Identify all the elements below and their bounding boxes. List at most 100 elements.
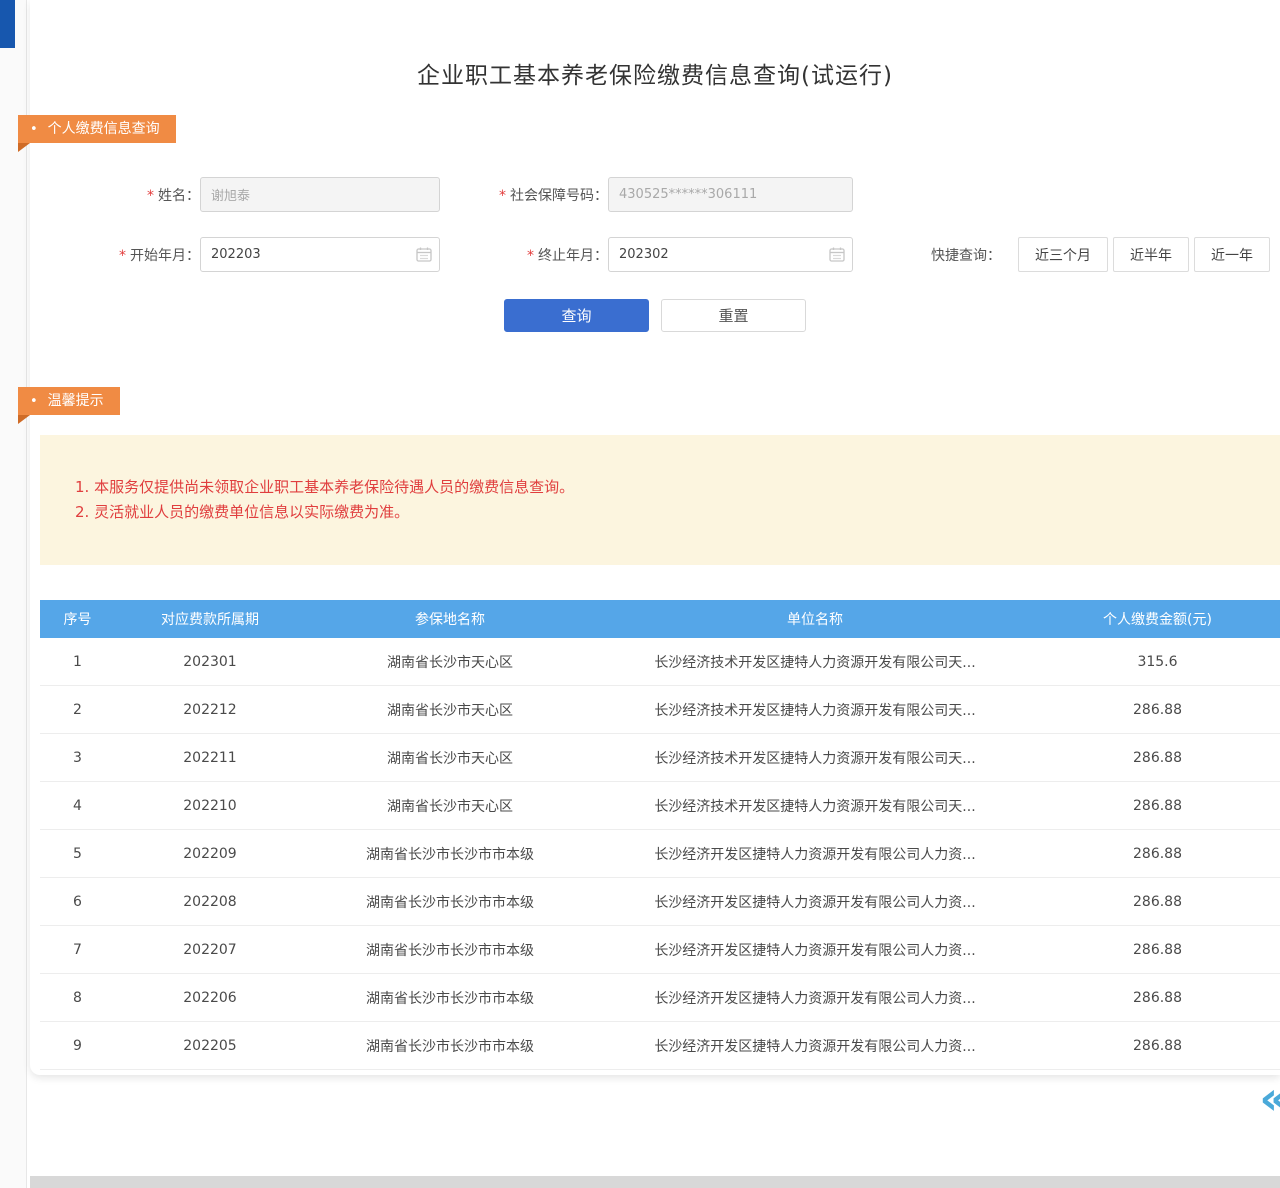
table-row: 3202211湖南省长沙市天心区长沙经济技术开发区捷特人力资源开发有限公司天..…	[40, 734, 1280, 782]
table-cell: 长沙经济开发区捷特人力资源开发有限公司人力资...	[595, 1036, 1035, 1056]
calendar-icon[interactable]	[829, 246, 845, 266]
table-cell: 1	[40, 654, 115, 670]
left-rail	[0, 0, 27, 1188]
column-header: 对应费款所属期	[115, 609, 305, 629]
start-month-label: *开始年月：	[30, 245, 200, 265]
action-button-row: 查询 重置	[30, 299, 1280, 332]
calendar-icon[interactable]	[416, 246, 432, 266]
table-row: 6202208湖南省长沙市长沙市市本级长沙经济开发区捷特人力资源开发有限公司人力…	[40, 878, 1280, 926]
reset-button[interactable]: 重置	[661, 299, 806, 332]
table-cell: 286.88	[1035, 750, 1280, 766]
table-cell: 湖南省长沙市长沙市市本级	[305, 1036, 595, 1056]
table-cell: 长沙经济开发区捷特人力资源开发有限公司人力资...	[595, 988, 1035, 1008]
table-cell: 202301	[115, 654, 305, 670]
start-month-field-group: *开始年月：	[30, 237, 440, 272]
ssn-input[interactable]	[608, 177, 853, 212]
table-cell: 202210	[115, 798, 305, 814]
name-label: *姓名：	[30, 185, 200, 205]
table-cell: 长沙经济技术开发区捷特人力资源开发有限公司天...	[595, 652, 1035, 672]
required-mark: *	[119, 248, 126, 264]
table-cell: 湖南省长沙市天心区	[305, 700, 595, 720]
page-title: 企业职工基本养老保险缴费信息查询(试运行)	[30, 56, 1280, 90]
table-cell: 5	[40, 846, 115, 862]
table-cell: 长沙经济开发区捷特人力资源开发有限公司人力资...	[595, 844, 1035, 864]
tip-line: 1. 本服务仅提供尚未领取企业职工基本养老保险待遇人员的缴费信息查询。	[75, 475, 1250, 500]
column-header: 参保地名称	[305, 609, 595, 629]
required-mark: *	[527, 248, 534, 264]
end-month-label: *终止年月：	[440, 245, 608, 265]
ssn-label: *社会保障号码：	[440, 185, 608, 205]
table-cell: 4	[40, 798, 115, 814]
table-cell: 湖南省长沙市天心区	[305, 796, 595, 816]
table-cell: 湖南省长沙市天心区	[305, 748, 595, 768]
table-cell: 286.88	[1035, 990, 1280, 1006]
quick-range-button[interactable]: 近半年	[1113, 237, 1189, 272]
bullet-icon: •	[30, 122, 38, 137]
sidebar-accent-block	[0, 0, 15, 48]
table-cell: 9	[40, 1038, 115, 1054]
table-cell: 长沙经济开发区捷特人力资源开发有限公司人力资...	[595, 892, 1035, 912]
section-badge-query: • 个人缴费信息查询	[18, 115, 176, 143]
table-cell: 315.6	[1035, 654, 1280, 670]
tips-box: 1. 本服务仅提供尚未领取企业职工基本养老保险待遇人员的缴费信息查询。2. 灵活…	[40, 435, 1280, 565]
required-mark: *	[499, 188, 506, 204]
search-button[interactable]: 查询	[504, 299, 649, 332]
quick-query-group: 快捷查询： 近三个月近半年近一年	[931, 237, 1270, 272]
quick-range-button[interactable]: 近三个月	[1018, 237, 1108, 272]
section-badge-label: 个人缴费信息查询	[48, 121, 160, 137]
table-cell: 湖南省长沙市长沙市市本级	[305, 844, 595, 864]
table-cell: 湖南省长沙市长沙市市本级	[305, 988, 595, 1008]
required-mark: *	[147, 188, 154, 204]
table-cell: 长沙经济开发区捷特人力资源开发有限公司人力资...	[595, 940, 1035, 960]
name-input[interactable]	[200, 177, 440, 212]
quick-query-label: 快捷查询：	[931, 245, 1001, 265]
payment-table: 序号对应费款所属期参保地名称单位名称个人缴费金额(元) 1202301湖南省长沙…	[40, 600, 1280, 1070]
bottom-bar	[30, 1176, 1280, 1188]
table-row: 7202207湖南省长沙市长沙市市本级长沙经济开发区捷特人力资源开发有限公司人力…	[40, 926, 1280, 974]
quick-query-buttons: 近三个月近半年近一年	[1013, 237, 1270, 272]
form-row-2: *开始年月： *终止年月： 快捷查询： 近三个月近半年近一年	[30, 237, 1280, 272]
quick-range-button[interactable]: 近一年	[1194, 237, 1270, 272]
table-cell: 长沙经济技术开发区捷特人力资源开发有限公司天...	[595, 748, 1035, 768]
table-cell: 286.88	[1035, 846, 1280, 862]
table-cell: 2	[40, 702, 115, 718]
column-header: 单位名称	[595, 609, 1035, 629]
table-cell: 202205	[115, 1038, 305, 1054]
table-cell: 286.88	[1035, 798, 1280, 814]
name-field-group: *姓名：	[30, 177, 440, 212]
bullet-icon: •	[30, 394, 38, 409]
ssn-field-group: *社会保障号码：	[440, 177, 853, 212]
end-month-input[interactable]	[608, 237, 853, 272]
table-cell: 湖南省长沙市长沙市市本级	[305, 940, 595, 960]
table-cell: 202211	[115, 750, 305, 766]
table-cell: 202208	[115, 894, 305, 910]
form-row-1: *姓名： *社会保障号码：	[30, 177, 1280, 212]
section-badge-label: 温馨提示	[48, 393, 104, 409]
start-month-input[interactable]	[200, 237, 440, 272]
table-row: 8202206湖南省长沙市长沙市市本级长沙经济开发区捷特人力资源开发有限公司人力…	[40, 974, 1280, 1022]
table-cell: 3	[40, 750, 115, 766]
tip-line: 2. 灵活就业人员的缴费单位信息以实际缴费为准。	[75, 500, 1250, 525]
table-row: 9202205湖南省长沙市长沙市市本级长沙经济开发区捷特人力资源开发有限公司人力…	[40, 1022, 1280, 1070]
table-cell: 286.88	[1035, 1038, 1280, 1054]
table-cell: 286.88	[1035, 894, 1280, 910]
column-header: 序号	[40, 609, 115, 629]
table-cell: 202206	[115, 990, 305, 1006]
column-header: 个人缴费金额(元)	[1035, 609, 1280, 629]
table-row: 1202301湖南省长沙市天心区长沙经济技术开发区捷特人力资源开发有限公司天..…	[40, 638, 1280, 686]
table-cell: 202207	[115, 942, 305, 958]
table-cell: 202212	[115, 702, 305, 718]
table-cell: 8	[40, 990, 115, 1006]
table-row: 5202209湖南省长沙市长沙市市本级长沙经济开发区捷特人力资源开发有限公司人力…	[40, 830, 1280, 878]
table-body: 1202301湖南省长沙市天心区长沙经济技术开发区捷特人力资源开发有限公司天..…	[40, 638, 1280, 1070]
table-row: 4202210湖南省长沙市天心区长沙经济技术开发区捷特人力资源开发有限公司天..…	[40, 782, 1280, 830]
table-header-row: 序号对应费款所属期参保地名称单位名称个人缴费金额(元)	[40, 600, 1280, 638]
collapse-chevron-icon[interactable]: «	[1259, 1078, 1280, 1118]
table-row: 2202212湖南省长沙市天心区长沙经济技术开发区捷特人力资源开发有限公司天..…	[40, 686, 1280, 734]
end-month-field-group: *终止年月：	[440, 237, 853, 272]
page-root: 企业职工基本养老保险缴费信息查询(试运行) • 个人缴费信息查询 *姓名： *社会…	[0, 0, 1280, 1188]
table-cell: 6	[40, 894, 115, 910]
table-cell: 286.88	[1035, 942, 1280, 958]
table-cell: 7	[40, 942, 115, 958]
table-cell: 湖南省长沙市长沙市市本级	[305, 892, 595, 912]
